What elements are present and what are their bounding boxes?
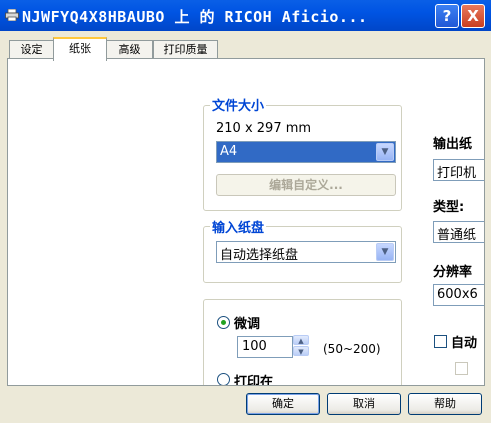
document-size-title: 文件大小 [210,95,267,114]
paper-tab-panel: 文件大小 210 x 297 mm A4 ▼ 编辑自定义... 输入纸盘 自动选… [7,58,485,386]
input-tray-value: 自动选择纸盘 [220,248,299,263]
print-on-radio[interactable] [217,373,230,385]
cancel-button[interactable]: 取消 [327,393,401,415]
tab-advanced[interactable]: 高级 [106,40,153,59]
scale-range-hint: (50~200) [323,342,381,356]
paper-type-select[interactable]: 普通纸 [433,221,484,243]
auto-checkbox[interactable] [434,335,447,348]
resolution-label: 分辨率 [433,265,473,280]
chevron-down-icon[interactable]: ▼ [376,243,394,261]
ok-button[interactable]: 确定 [246,393,320,415]
window-title: NJWFYQ4X8HBAUBO 上 的 RICOH Aficio... [22,8,368,26]
output-tray-value: 打印机 [437,166,477,181]
resolution-select[interactable]: 600x6 [433,284,484,306]
auto-label: 自动 [451,336,478,351]
help-title-button[interactable]: ? [435,4,459,28]
input-tray-title: 输入纸盘 [210,217,267,236]
tab-paper[interactable]: 纸张 [53,37,107,61]
scale-input[interactable]: 100 [237,336,293,358]
paper-size-select[interactable]: A4 ▼ [216,141,396,163]
document-dimensions: 210 x 297 mm [216,121,312,136]
tab-print-quality[interactable]: 打印质量 [153,40,218,59]
fine-adjust-label: 微调 [234,317,261,332]
close-button[interactable]: X [461,4,485,28]
chevron-down-icon[interactable]: ▼ [376,143,394,161]
printer-icon [5,9,19,21]
paper-type-label: 类型: [433,200,465,215]
help-button[interactable]: 帮助 [408,393,482,415]
output-tray-label: 输出纸 [433,137,473,152]
scale-stepper[interactable]: ▲ ▼ [293,335,309,357]
sub-option-checkbox[interactable] [455,362,468,375]
output-tray-select[interactable]: 打印机 [433,159,484,181]
tab-settings[interactable]: 设定 [9,40,54,59]
paper-type-value: 普通纸 [437,228,477,243]
edit-custom-button[interactable]: 编辑自定义... [216,174,396,196]
print-on-label: 打印在 [234,375,274,386]
input-tray-select[interactable]: 自动选择纸盘 ▼ [216,241,396,263]
scale-value: 100 [242,339,267,354]
resolution-value: 600x6 [437,287,478,302]
chevron-down-icon[interactable]: ▼ [293,346,309,356]
title-bar[interactable]: NJWFYQ4X8HBAUBO 上 的 RICOH Aficio... ? X [0,0,491,31]
paper-size-value: A4 [220,144,238,159]
chevron-up-icon[interactable]: ▲ [293,335,309,345]
fine-adjust-radio[interactable] [217,316,230,329]
